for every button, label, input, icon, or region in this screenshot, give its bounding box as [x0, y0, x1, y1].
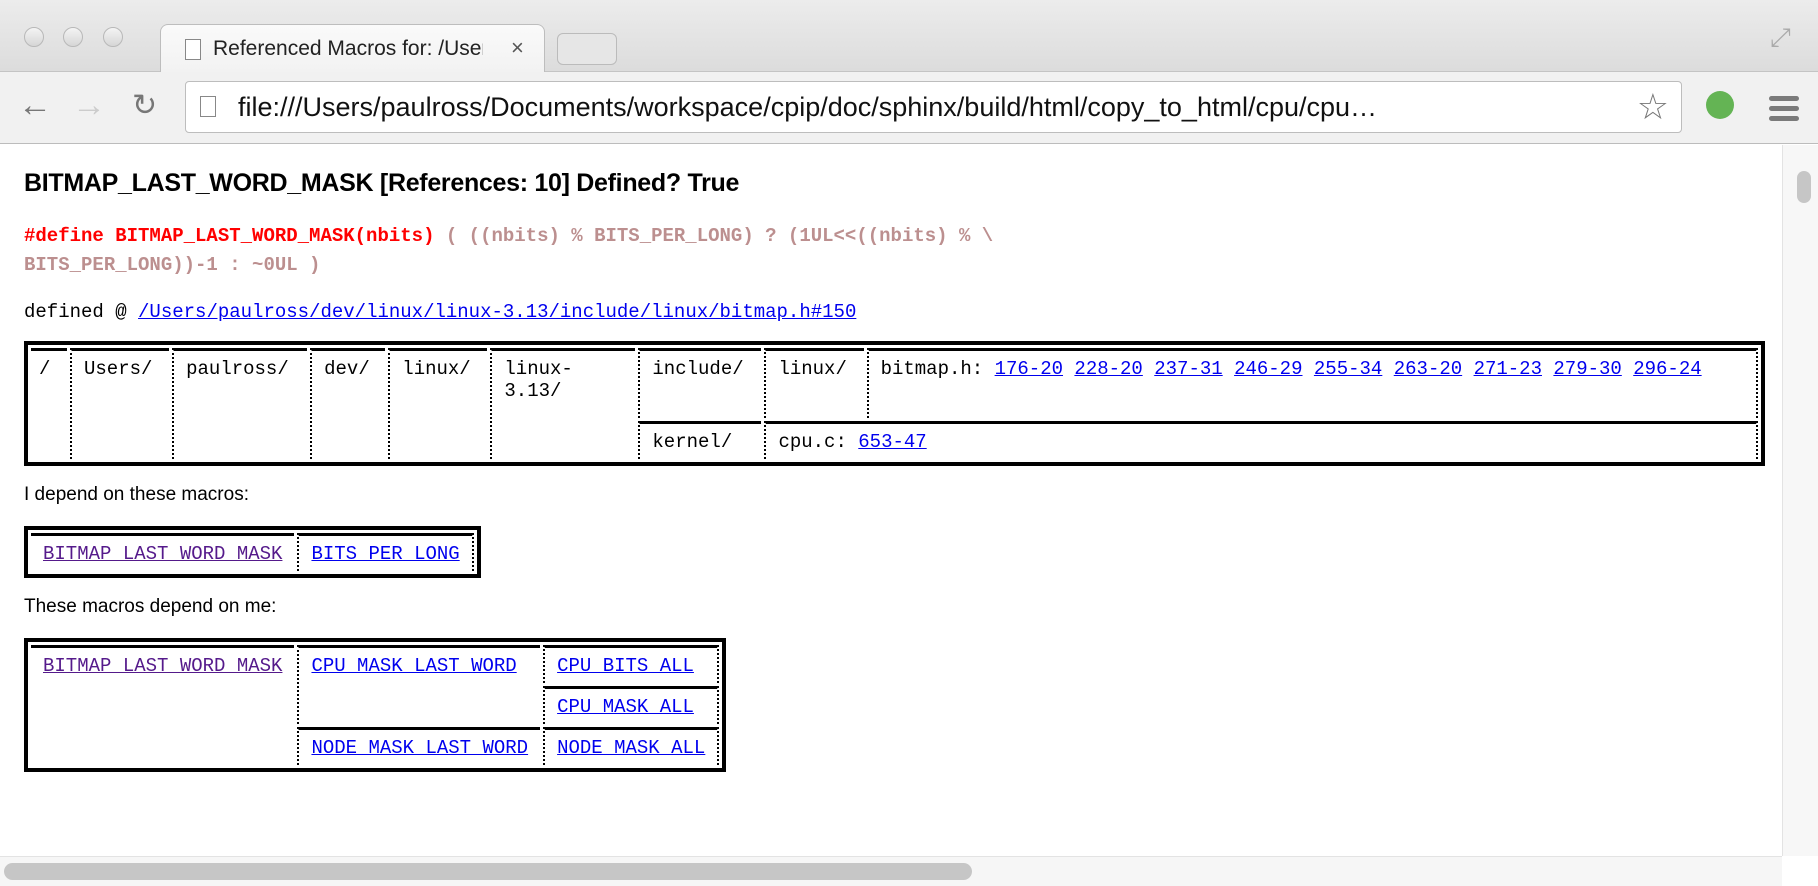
- new-tab-button[interactable]: [557, 33, 617, 65]
- macro-cell: CPU_MASK_LAST_WORD: [297, 645, 541, 724]
- dir-cell: kernel/: [638, 421, 762, 459]
- macro-link[interactable]: CPU_MASK_LAST_WORD: [311, 655, 516, 677]
- macro-link[interactable]: NODE_MASK_ALL: [557, 737, 705, 759]
- macro-link[interactable]: BITMAP_LAST_WORD_MASK: [43, 543, 282, 565]
- vertical-scrollbar[interactable]: [1782, 145, 1818, 856]
- ref-link[interactable]: 271-23: [1474, 358, 1542, 380]
- depend-on-table: BITMAP_LAST_WORD_MASK BITS_PER_LONG: [24, 526, 481, 578]
- address-bar[interactable]: file:///Users/paulross/Documents/workspa…: [185, 81, 1682, 133]
- path-table: / Users/ paulross/ dev/ linux/ linux-3.1…: [24, 341, 1765, 466]
- dir-cell: linux-3.13/: [490, 348, 636, 459]
- tab-bar: Referenced Macros for: /Users/paulross/d…: [0, 0, 1818, 73]
- macro-definition: #define BITMAP_LAST_WORD_MASK(nbits) ( (…: [24, 222, 1758, 280]
- ref-link[interactable]: 176-20: [995, 358, 1063, 380]
- macro-link[interactable]: BITS_PER_LONG: [311, 543, 459, 565]
- macro-link[interactable]: BITMAP_LAST_WORD_MASK: [43, 655, 282, 677]
- macro-cell: NODE_MASK_ALL: [543, 727, 720, 765]
- menu-icon[interactable]: [1769, 96, 1799, 126]
- macro-link[interactable]: NODE_MASK_LAST_WORD: [311, 737, 528, 759]
- macro-cell: CPU_MASK_ALL: [543, 686, 720, 724]
- forward-button[interactable]: →: [72, 86, 106, 125]
- dir-cell: /: [31, 348, 67, 459]
- ref-link[interactable]: 255-34: [1314, 358, 1382, 380]
- url-text[interactable]: file:///Users/paulross/Documents/workspa…: [238, 92, 1377, 123]
- ref-link[interactable]: 279-30: [1553, 358, 1621, 380]
- toolbar: ← → ↻ file:///Users/paulross/Documents/w…: [0, 72, 1818, 144]
- reload-button[interactable]: ↻: [132, 88, 157, 123]
- file-name: bitmap.h:: [880, 358, 984, 380]
- defined-at-link[interactable]: /Users/paulross/dev/linux/linux-3.13/inc…: [138, 301, 856, 323]
- horizontal-scroll-thumb[interactable]: [4, 863, 972, 880]
- macro-cell: CPU_BITS_ALL: [543, 645, 720, 683]
- page-icon: [185, 39, 201, 60]
- dir-cell: Users/: [70, 348, 170, 459]
- vertical-scroll-thumb[interactable]: [1797, 171, 1811, 203]
- define-keyword: #define BITMAP_LAST_WORD_MASK(nbits): [24, 225, 435, 247]
- ref-link[interactable]: 296-24: [1633, 358, 1701, 380]
- depended-by-heading: These macros depend on me:: [24, 596, 277, 617]
- file-cell-cpu: cpu.c: 653-47: [764, 421, 1758, 459]
- macro-cell: BITMAP_LAST_WORD_MASK: [31, 533, 295, 571]
- zoom-window-button[interactable]: [103, 27, 123, 47]
- ref-link[interactable]: 237-31: [1154, 358, 1222, 380]
- fullscreen-icon[interactable]: ⤢: [1770, 22, 1791, 54]
- horizontal-scrollbar[interactable]: [0, 856, 1782, 886]
- macro-cell: BITS_PER_LONG: [297, 533, 474, 571]
- depend-on-heading: I depend on these macros:: [24, 484, 249, 505]
- hangouts-extension-icon[interactable]: [1706, 91, 1734, 119]
- depended-by-table: BITMAP_LAST_WORD_MASK CPU_MASK_LAST_WORD…: [24, 638, 727, 772]
- minimize-window-button[interactable]: [63, 27, 83, 47]
- dir-cell: paulross/: [172, 348, 308, 459]
- ref-link[interactable]: 263-20: [1394, 358, 1462, 380]
- back-button[interactable]: ←: [18, 86, 52, 125]
- defined-at: defined @ /Users/paulross/dev/linux/linu…: [24, 301, 1758, 323]
- tab-close-icon[interactable]: ×: [511, 35, 524, 61]
- ref-link[interactable]: 228-20: [1074, 358, 1142, 380]
- file-name: cpu.c:: [778, 431, 847, 453]
- page-title: BITMAP_LAST_WORD_MASK [References: 10] D…: [24, 169, 740, 197]
- page-content: BITMAP_LAST_WORD_MASK [References: 10] D…: [0, 145, 1782, 856]
- file-cell-bitmap: bitmap.h: 176-20 228-20 237-31 246-29 25…: [866, 348, 1758, 418]
- defined-prefix: defined @: [24, 301, 139, 323]
- macro-link[interactable]: CPU_MASK_ALL: [557, 696, 694, 718]
- tab-title: Referenced Macros for: /Users/paulross/d…: [213, 37, 483, 60]
- tab-active[interactable]: Referenced Macros for: /Users/paulross/d…: [160, 24, 545, 73]
- page-icon: [200, 96, 216, 117]
- dir-cell: include/: [638, 348, 762, 418]
- define-body-1: ( ((nbits) % BITS_PER_LONG) ? (1UL<<((nb…: [434, 225, 994, 247]
- dir-cell: linux/: [764, 348, 864, 418]
- macro-link[interactable]: CPU_BITS_ALL: [557, 655, 694, 677]
- dir-cell: dev/: [310, 348, 386, 459]
- close-window-button[interactable]: [24, 27, 44, 47]
- macro-cell: NODE_MASK_LAST_WORD: [297, 727, 541, 765]
- macro-cell: BITMAP_LAST_WORD_MASK: [31, 645, 295, 765]
- ref-link[interactable]: 653-47: [858, 431, 926, 453]
- bookmark-star-icon[interactable]: ☆: [1637, 86, 1669, 128]
- dir-cell: linux/: [388, 348, 488, 459]
- define-body-2: BITS_PER_LONG))-1 : ~0UL ): [24, 254, 321, 276]
- ref-link[interactable]: 246-29: [1234, 358, 1302, 380]
